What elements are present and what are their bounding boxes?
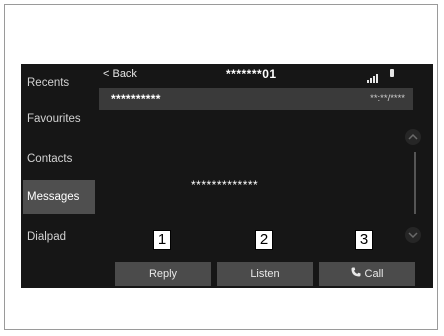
listen-label: Listen: [250, 268, 280, 280]
phone-icon: [351, 262, 361, 286]
sidebar: Recents Favourites Contacts Messages Dia…: [21, 64, 95, 288]
back-button[interactable]: < Back: [103, 68, 137, 80]
sidebar-item-dialpad[interactable]: Dialpad: [23, 220, 95, 254]
phone-screen: Recents Favourites Contacts Messages Dia…: [21, 64, 433, 288]
reply-button[interactable]: Reply: [115, 262, 211, 286]
callout-2: 2: [255, 230, 273, 250]
call-label: Call: [364, 268, 384, 280]
signal-icon: [367, 70, 379, 88]
sidebar-item-favourites[interactable]: Favourites: [23, 102, 95, 136]
page-title: *******01: [226, 67, 277, 81]
callout-1: 1: [153, 230, 171, 250]
message-header: ********** **:**/****: [99, 88, 413, 110]
chevron-down-icon[interactable]: [404, 226, 422, 244]
listen-button[interactable]: Listen: [217, 262, 313, 286]
message-sender: **********: [111, 92, 161, 106]
battery-icon: [390, 69, 394, 77]
scrollbar[interactable]: [414, 152, 416, 214]
call-button[interactable]: Call: [319, 262, 415, 286]
callout-3: 3: [355, 230, 373, 250]
title-bar: < Back *******01: [99, 64, 433, 86]
sidebar-item-recents[interactable]: Recents: [23, 66, 95, 100]
sidebar-item-messages[interactable]: Messages: [23, 180, 95, 214]
chevron-up-icon[interactable]: [404, 128, 422, 146]
message-time: **:**/****: [370, 93, 405, 104]
sidebar-item-contacts[interactable]: Contacts: [23, 142, 95, 176]
reply-label: Reply: [148, 268, 178, 280]
message-body: *************: [191, 178, 259, 192]
